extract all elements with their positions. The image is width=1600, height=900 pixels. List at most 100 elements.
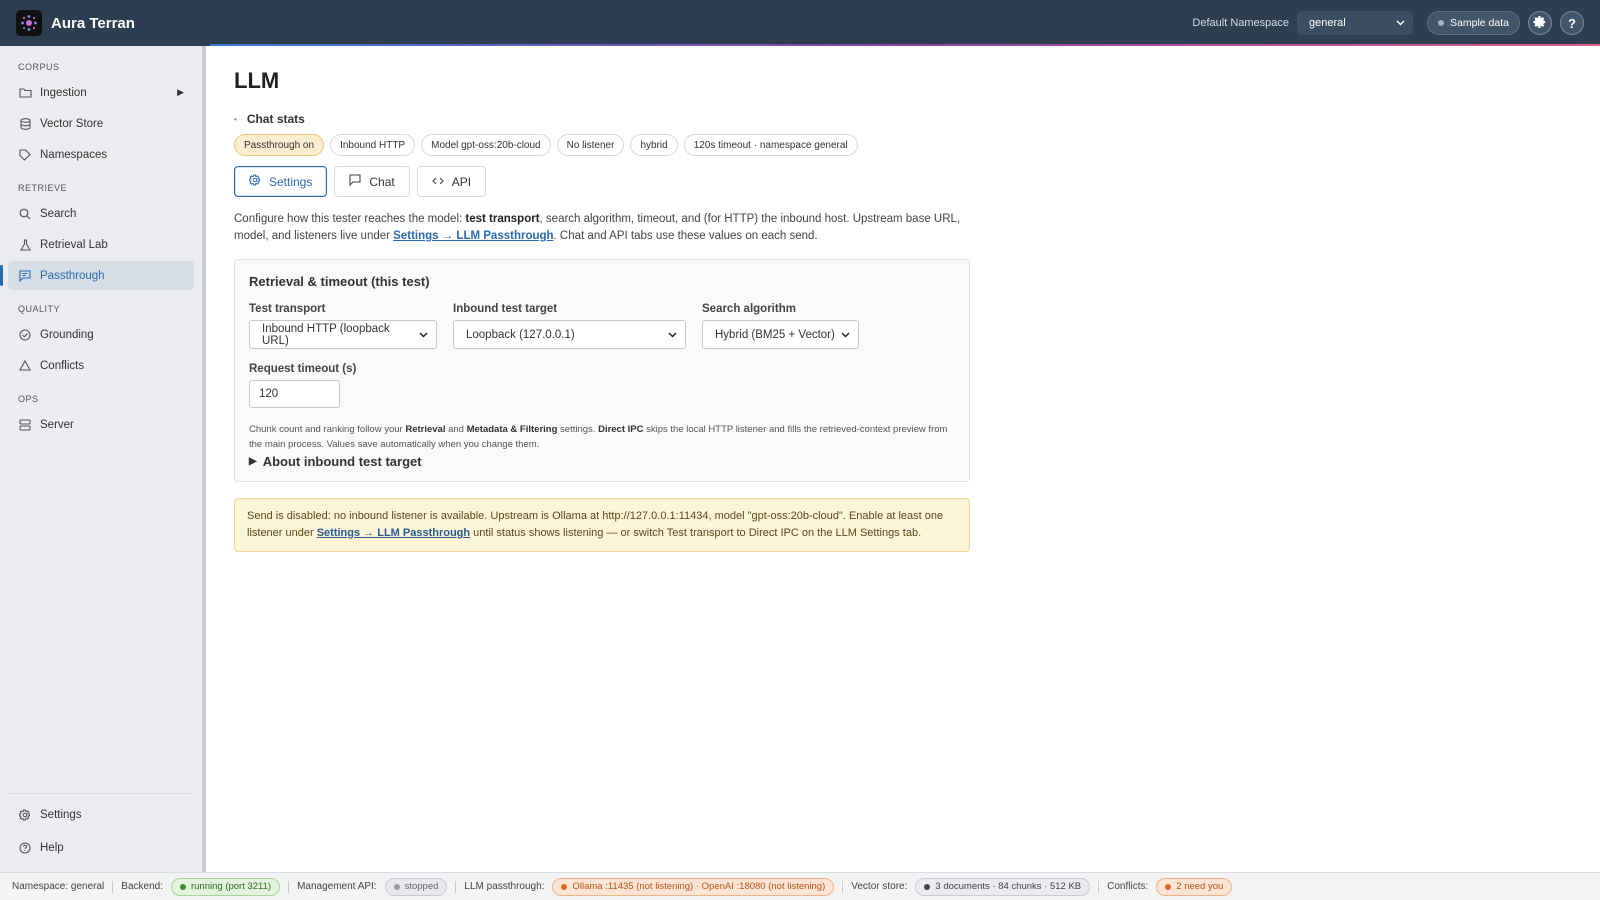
status-backend-label: Backend: (121, 881, 163, 892)
settings-button[interactable] (1528, 11, 1552, 35)
hint-bold: Metadata & Filtering (466, 424, 558, 435)
card-title: Retrieval & timeout (this test) (249, 274, 430, 289)
sidebar: CORPUS Ingestion ▶ Vector Store Namespac… (0, 46, 206, 872)
settings-llm-passthrough-link[interactable]: Settings → LLM Passthrough (393, 230, 553, 242)
sidebar-item-label: Search (40, 207, 77, 220)
sidebar-item-label: Retrieval Lab (40, 238, 108, 251)
divider (455, 880, 457, 893)
sidebar-item-vector-store[interactable]: Vector Store (8, 109, 194, 138)
settings-description: Configure how this tester reaches the mo… (234, 211, 974, 245)
search-algorithm-select[interactable]: Hybrid (BM25 + Vector) (702, 320, 859, 349)
section-label-retrieve: RETRIEVE (18, 183, 68, 193)
request-timeout-field: Request timeout (s) 120 (249, 363, 955, 408)
chat-icon (18, 269, 32, 283)
tab-settings[interactable]: Settings (234, 166, 328, 197)
test-transport-field: Test transport Inbound HTTP (loopback UR… (249, 303, 437, 349)
card-hint: Chunk count and ranking follow your Retr… (249, 422, 955, 452)
status-mgmt-label: Management API: (297, 881, 377, 892)
badge-text: stopped (404, 881, 439, 892)
field-label: Request timeout (s) (249, 363, 357, 375)
desc-bold: test transport (465, 213, 540, 225)
sidebar-item-help[interactable]: Help (8, 833, 194, 862)
sidebar-item-settings[interactable]: Settings (8, 800, 194, 829)
chat-icon (349, 174, 361, 189)
sidebar-item-retrieval-lab[interactable]: Retrieval Lab (8, 230, 194, 259)
hint-text: and (445, 424, 467, 435)
tab-api[interactable]: API (416, 166, 487, 197)
sidebar-item-server[interactable]: Server (8, 410, 194, 439)
disclosure-label: About inbound test target (262, 454, 422, 469)
page-title: LLM (234, 68, 280, 93)
sidebar-item-grounding[interactable]: Grounding (8, 320, 194, 349)
select-value: Inbound HTTP (loopback URL) (262, 322, 390, 347)
chip-passthrough: Passthrough on (234, 134, 325, 156)
inbound-target-select[interactable]: Loopback (127.0.0.1) (453, 320, 686, 349)
chevron-down-icon (841, 329, 850, 341)
sidebar-item-label: Ingestion (40, 86, 87, 99)
status-dot-icon (924, 883, 931, 890)
flask-icon (18, 238, 32, 252)
about-inbound-target-disclosure[interactable]: ▶ About inbound test target (249, 454, 955, 469)
divider (842, 880, 844, 893)
chip-algorithm: hybrid (630, 134, 678, 156)
send-disabled-warning: Send is disabled: no inbound listener is… (234, 498, 970, 552)
database-icon (18, 117, 32, 131)
status-llm-label: LLM passthrough: (464, 881, 545, 892)
status-conflicts-label: Conflicts: (1107, 881, 1149, 892)
badge-text: 2 need you (1176, 881, 1224, 892)
test-transport-select[interactable]: Inbound HTTP (loopback URL) (249, 320, 437, 349)
sidebar-item-label: Grounding (40, 328, 94, 341)
tab-label: Settings (269, 174, 313, 189)
hint-text: settings. (557, 424, 599, 435)
warning-text: until status shows listening — or switch… (470, 527, 922, 539)
request-timeout-input[interactable]: 120 (249, 380, 340, 408)
sidebar-item-search[interactable]: Search (8, 199, 194, 228)
help-icon: ? (1568, 15, 1576, 31)
sidebar-item-label: Help (40, 841, 64, 854)
field-label: Search algorithm (702, 303, 796, 315)
help-circle-icon (18, 841, 32, 855)
status-llm-badge: Ollama :11435 (not listening) · OpenAI :… (552, 877, 835, 896)
caret-right-icon: ▶ (249, 456, 257, 467)
gear-icon (248, 174, 261, 189)
app-logo-icon (16, 10, 42, 36)
chat-stats-toggle[interactable]: • Chat stats (234, 112, 1576, 126)
namespace-value: general (1309, 17, 1346, 29)
status-namespace: Namespace: general (12, 881, 105, 892)
sidebar-item-label: Conflicts (40, 359, 85, 372)
sidebar-item-conflicts[interactable]: Conflicts (8, 351, 194, 380)
badge-text: 3 documents · 84 chunks · 512 KB (935, 881, 1082, 892)
status-conflicts-badge[interactable]: 2 need you (1156, 877, 1233, 896)
badge-text: Ollama :11435 (not listening) · OpenAI :… (572, 881, 826, 892)
namespace-select[interactable]: general (1297, 11, 1414, 35)
namespace-label: Default Namespace (1192, 17, 1290, 29)
retrieval-timeout-card: Retrieval & timeout (this test) Test tra… (234, 259, 970, 482)
section-label-ops: OPS (18, 394, 39, 404)
chip-timeout: 120s timeout · namespace general (683, 134, 858, 156)
help-button[interactable]: ? (1560, 11, 1584, 35)
field-label: Inbound test target (453, 303, 558, 315)
caret-right-icon: ▶ (177, 87, 184, 97)
warning-triangle-icon (18, 359, 32, 373)
chevron-down-icon (668, 329, 677, 341)
gear-icon (1533, 15, 1547, 32)
tab-label: Chat (369, 174, 395, 189)
code-icon (431, 175, 444, 189)
sidebar-item-passthrough[interactable]: Passthrough (0, 261, 194, 290)
chevron-down-icon (1396, 17, 1405, 29)
hint-text: Chunk count and ranking follow your (249, 424, 406, 435)
status-dot-icon (179, 883, 186, 890)
sidebar-item-namespaces[interactable]: Namespaces (8, 140, 194, 169)
status-bar: Namespace: general Backend: running (por… (0, 872, 1600, 900)
sidebar-item-label: Settings (40, 808, 82, 821)
divider (1098, 880, 1100, 893)
settings-llm-passthrough-link[interactable]: Settings → LLM Passthrough (317, 527, 470, 539)
chip-listener: No listener (556, 134, 625, 156)
status-dot-icon (393, 883, 400, 890)
sidebar-item-ingestion[interactable]: Ingestion ▶ (8, 78, 194, 107)
sample-data-label: Sample data (1450, 17, 1509, 29)
server-icon (18, 418, 32, 432)
sample-data-button[interactable]: Sample data (1427, 11, 1520, 35)
tab-label: API (451, 174, 472, 189)
tab-chat[interactable]: Chat (334, 166, 410, 197)
